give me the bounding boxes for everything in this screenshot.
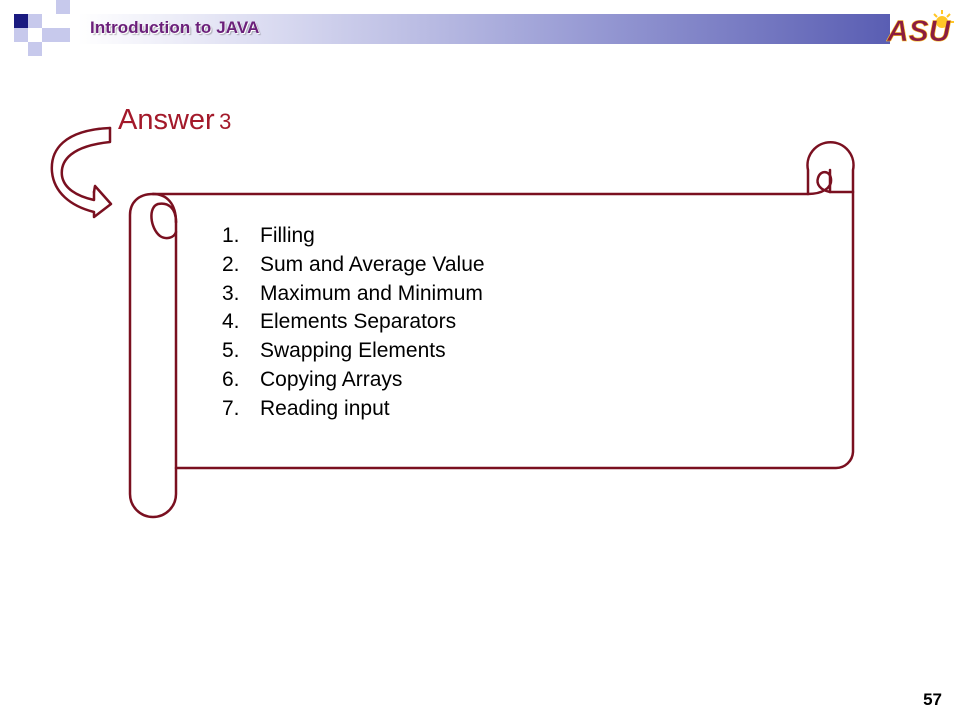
list-item-number: 6. [222, 367, 240, 391]
list-item-number: 5. [222, 339, 240, 363]
list-item-text: Maximum and Minimum [260, 281, 483, 305]
list-item: 2. Sum and Average Value [222, 251, 485, 280]
list-item: 1. Filling [222, 222, 485, 251]
list-item: 4. Elements Separators [222, 308, 485, 337]
list-item: 6. Copying Arrays [222, 366, 485, 395]
list-item-number: 1. [222, 224, 240, 247]
list-item-number: 4. [222, 310, 240, 334]
page-number: 57 [923, 690, 942, 709]
list-item-number: 2. [222, 252, 240, 276]
list-item: 7. Reading input [222, 395, 485, 424]
list-item: 3. Maximum and Minimum [222, 280, 485, 309]
list-item-text: Swapping Elements [260, 339, 446, 363]
list-item-text: Sum and Average Value [260, 252, 485, 276]
list-item-number: 3. [222, 281, 240, 305]
list-item-text: Reading input [260, 396, 390, 420]
list-item-text: Copying Arrays [260, 367, 403, 391]
list-item-number: 7. [222, 396, 240, 420]
scroll-left-roll [128, 192, 178, 519]
list-item-text: Elements Separators [260, 310, 457, 334]
numbered-list: 1. Filling 2. Sum and Average Value 3. Maxi… [222, 222, 485, 424]
list-item-text: Filling [260, 224, 315, 247]
curved-arrow-icon [50, 126, 113, 219]
list-item: 5. Swapping Elements [222, 337, 485, 366]
